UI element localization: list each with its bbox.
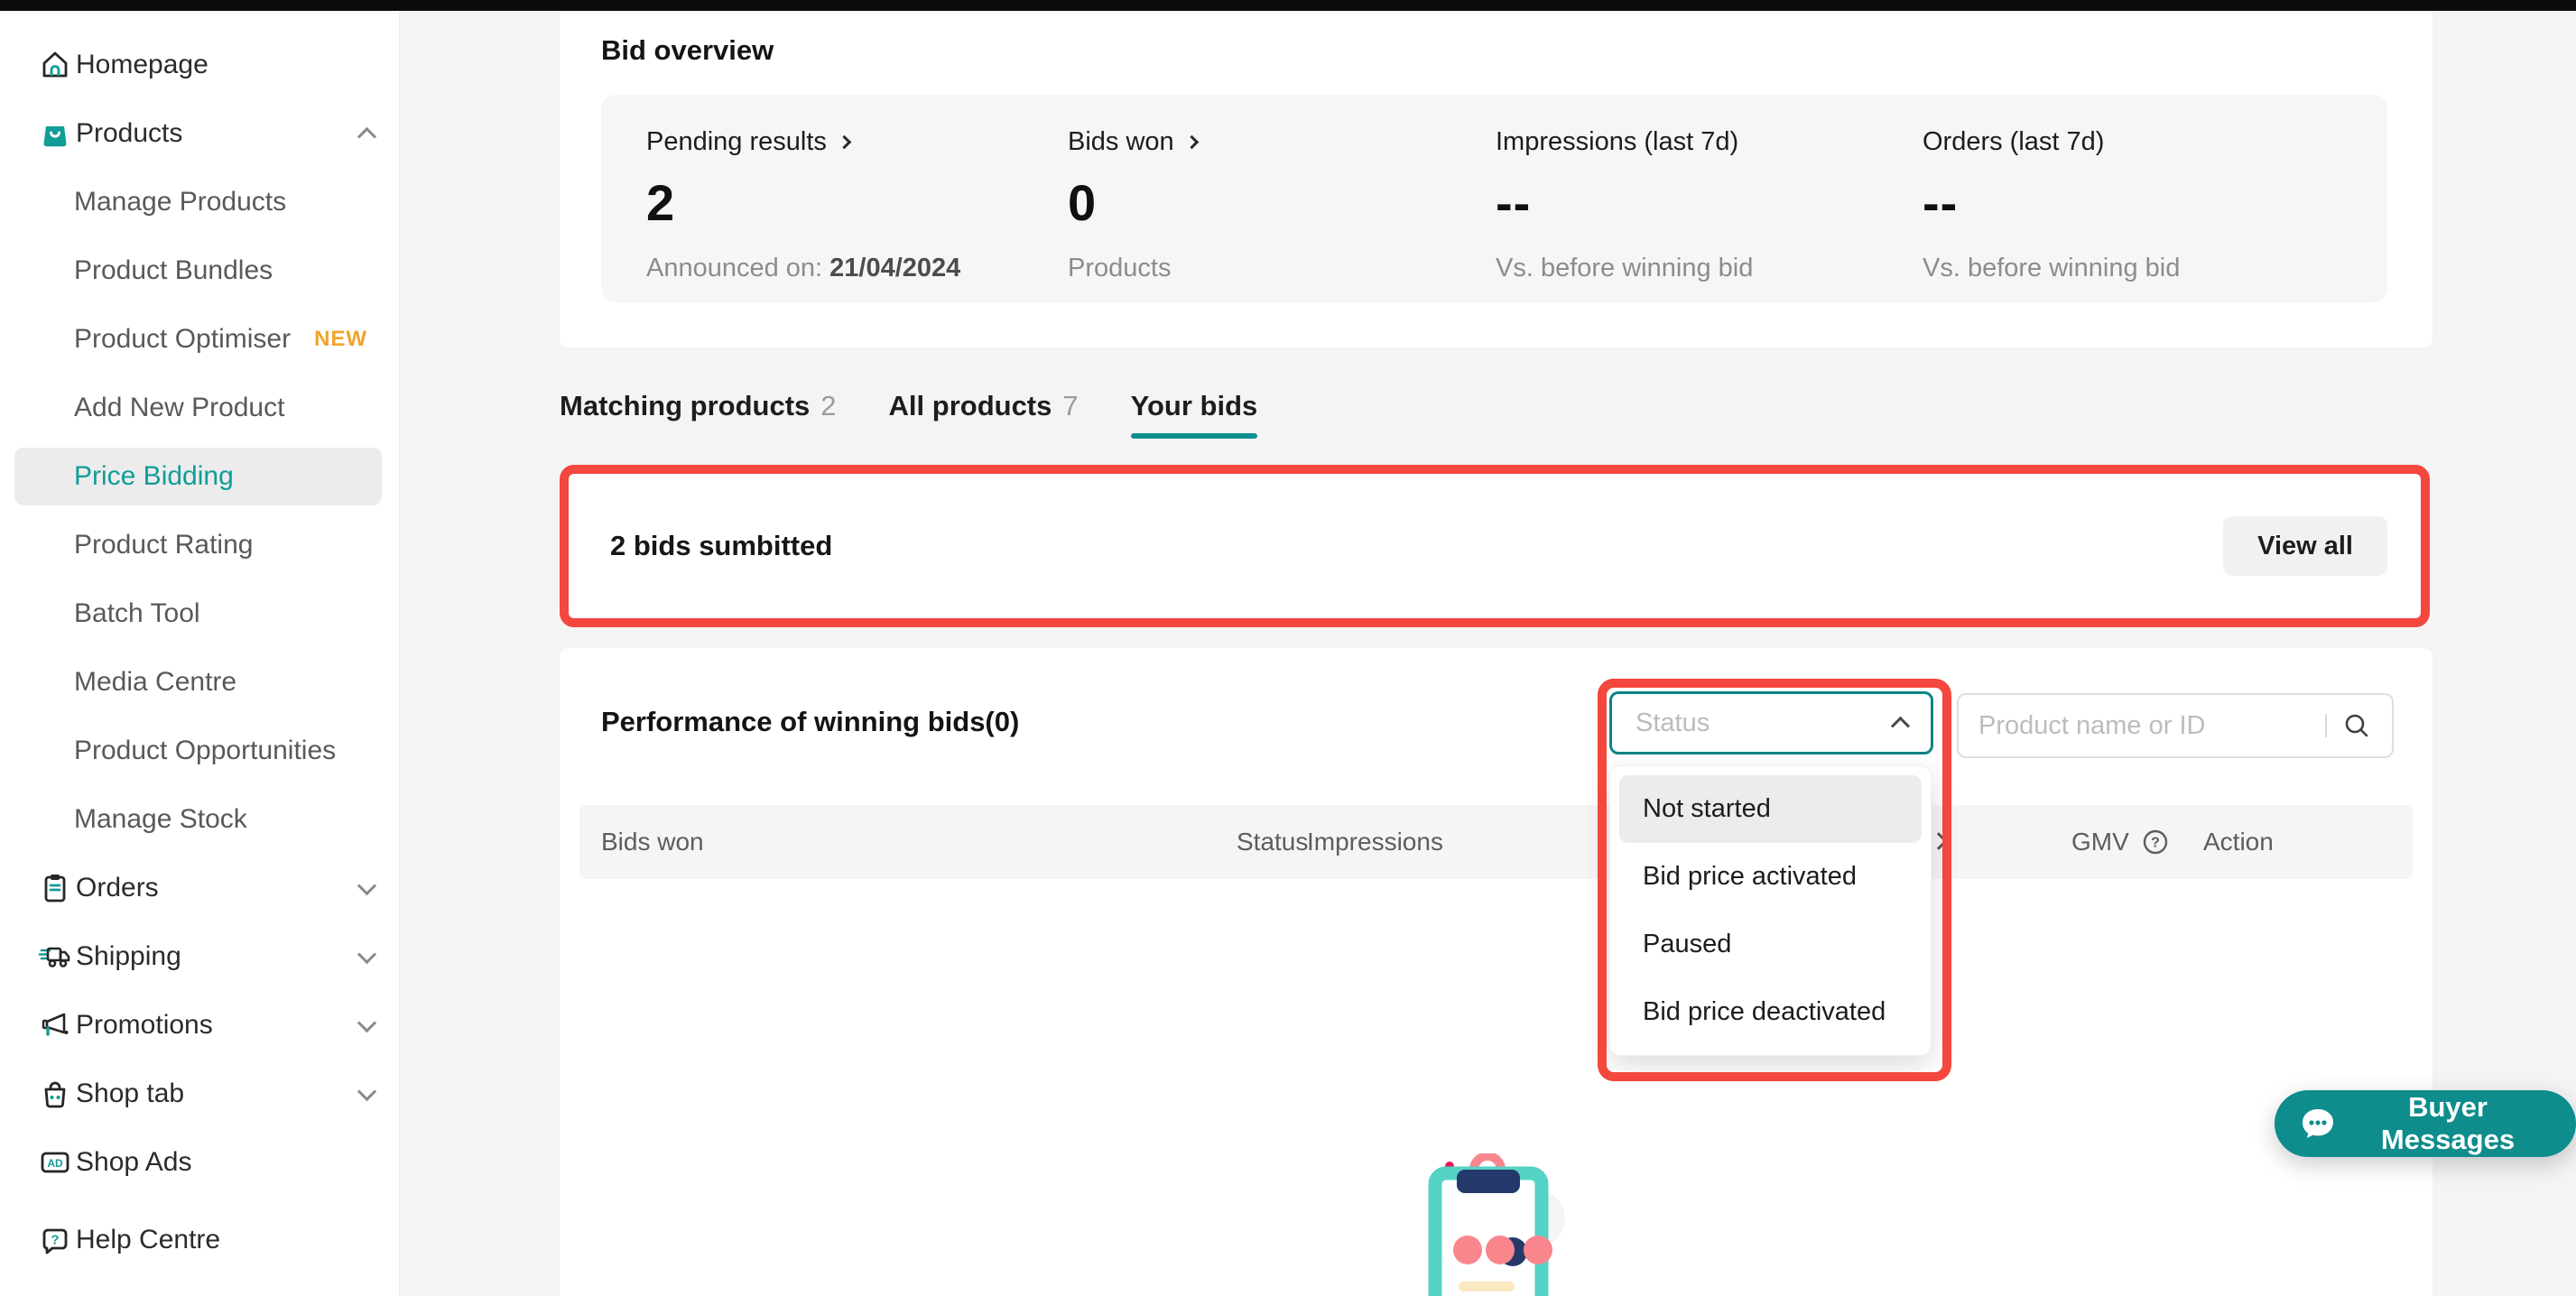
sidebar-item-promotions[interactable]: Promotions: [0, 991, 399, 1060]
sidebar-item-media-centre[interactable]: Media Centre: [0, 648, 399, 717]
orders-clipboard-icon: [38, 871, 72, 905]
search-divider: [2325, 714, 2327, 737]
status-filter-dropdown: Not started Bid price activated Paused B…: [1609, 765, 1932, 1056]
stat-subtext: Vs. before winning bid: [1923, 254, 2180, 283]
stat-impressions: Impressions (last 7d) -- Vs. before winn…: [1496, 95, 1753, 302]
shop-tab-bag-icon: [38, 1077, 72, 1111]
sidebar-item-products[interactable]: Products: [0, 99, 399, 168]
column-header-impressions: Impressions: [1307, 805, 1443, 879]
sidebar-item-shipping[interactable]: Shipping: [0, 922, 399, 991]
products-bag-icon: [38, 116, 72, 151]
stat-subtext: Announced on: 21/04/2024: [646, 254, 960, 283]
sidebar-item-product-opportunities[interactable]: Product Opportunities: [0, 717, 399, 785]
chevron-down-icon: [357, 876, 376, 895]
view-all-button[interactable]: View all: [2223, 516, 2387, 576]
bid-overview-title: Bid overview: [601, 34, 774, 67]
winning-bids-table-header: Bids won Status Impressions GMV ? Action: [579, 805, 2413, 879]
bid-overview-panel: Bid overview Pending results 2 Announced…: [560, 11, 2432, 347]
bid-overview-stats-card: Pending results 2 Announced on: 21/04/20…: [601, 95, 2387, 302]
svg-text:AD: AD: [47, 1157, 63, 1170]
sidebar-item-product-optimiser[interactable]: Product Optimiser NEW: [0, 305, 399, 374]
buyer-messages-button[interactable]: Buyer Messages: [2275, 1090, 2576, 1157]
sidebar-item-batch-tool[interactable]: Batch Tool: [0, 579, 399, 648]
column-header-bids-won: Bids won: [601, 805, 704, 879]
tab-count: 7: [1062, 390, 1078, 421]
products-tabs: Matching products2 All products7 Your bi…: [560, 390, 1257, 439]
chevron-down-icon: [357, 945, 376, 964]
chat-bubble-icon: [2298, 1104, 2338, 1143]
sidebar-item-label: Homepage: [76, 50, 208, 80]
sidebar-item-help-centre[interactable]: ? Help Centre: [0, 1206, 399, 1274]
stat-subtext: Products: [1068, 254, 1197, 283]
status-option-not-started[interactable]: Not started: [1619, 775, 1922, 843]
sidebar-item-shop-tab[interactable]: Shop tab: [0, 1060, 399, 1128]
column-header-gmv: GMV ?: [2071, 805, 2171, 879]
chevron-right-icon: [1184, 135, 1199, 150]
chevron-right-icon: [1930, 832, 1948, 850]
column-header-status: Status: [1237, 805, 1308, 879]
shop-ads-icon: AD: [38, 1145, 72, 1180]
search-icon[interactable]: [2341, 710, 2372, 741]
stat-value: 0: [1068, 173, 1197, 232]
sidebar-item-shop-ads[interactable]: AD Shop Ads: [0, 1128, 399, 1197]
status-option-bid-price-deactivated[interactable]: Bid price deactivated: [1619, 978, 1922, 1046]
sidebar-item-price-bidding[interactable]: Price Bidding: [0, 442, 399, 511]
tab-matching-products[interactable]: Matching products2: [560, 390, 837, 439]
product-search-box[interactable]: [1957, 693, 2394, 758]
promotions-megaphone-icon: [38, 1008, 72, 1042]
tab-all-products[interactable]: All products7: [889, 390, 1079, 439]
home-icon: [38, 48, 72, 82]
product-search-input[interactable]: [1978, 711, 2318, 741]
chevron-up-icon: [357, 126, 376, 145]
performance-panel: Performance of winning bids(0) Bids won …: [560, 648, 2432, 1296]
stat-bids-won[interactable]: Bids won 0 Products: [1068, 95, 1197, 302]
bids-submitted-text: 2 bids sumbitted: [610, 530, 832, 562]
chevron-down-icon: [357, 1082, 376, 1101]
new-badge: NEW: [314, 327, 367, 352]
sidebar-item-manage-stock[interactable]: Manage Stock: [0, 785, 399, 854]
sidebar-item-homepage[interactable]: Homepage: [0, 31, 399, 99]
sidebar-item-product-bundles[interactable]: Product Bundles: [0, 236, 399, 305]
top-bar: [0, 0, 2576, 11]
status-filter-select[interactable]: Status: [1609, 691, 1933, 754]
sidebar-item-add-new-product[interactable]: Add New Product: [0, 374, 399, 442]
stat-orders: Orders (last 7d) -- Vs. before winning b…: [1923, 95, 2180, 302]
question-mark-icon[interactable]: ?: [2140, 827, 2171, 857]
sidebar: Homepage Products Manage Products Produc…: [0, 11, 400, 1296]
bids-submitted-banner: 2 bids sumbitted View all: [560, 465, 2430, 627]
column-header-action: Action: [2203, 805, 2274, 879]
help-centre-icon: ?: [38, 1223, 72, 1257]
stat-pending-results[interactable]: Pending results 2 Announced on: 21/04/20…: [646, 95, 960, 302]
sidebar-item-manage-products[interactable]: Manage Products: [0, 168, 399, 236]
buyer-messages-label: Buyer Messages: [2352, 1091, 2544, 1156]
chevron-down-icon: [357, 1014, 376, 1032]
stat-subtext: Vs. before winning bid: [1496, 254, 1753, 283]
tab-count: 2: [820, 390, 836, 421]
status-filter-placeholder: Status: [1635, 708, 1710, 738]
performance-title: Performance of winning bids(0): [601, 706, 1019, 738]
tab-your-bids[interactable]: Your bids: [1131, 390, 1258, 439]
empty-state-illustration: [1424, 1153, 1605, 1296]
status-option-bid-price-activated[interactable]: Bid price activated: [1619, 843, 1922, 911]
sidebar-item-product-rating[interactable]: Product Rating: [0, 511, 399, 579]
sidebar-item-orders[interactable]: Orders: [0, 854, 399, 922]
stat-value: --: [1496, 173, 1753, 232]
sidebar-item-label: Products: [76, 118, 182, 149]
status-option-paused[interactable]: Paused: [1619, 911, 1922, 978]
svg-text:?: ?: [51, 1233, 59, 1248]
stat-value: 2: [646, 173, 960, 232]
stat-value: --: [1923, 173, 2180, 232]
shipping-truck-icon: [38, 940, 72, 974]
chevron-right-icon: [838, 135, 852, 150]
svg-text:?: ?: [2151, 836, 2160, 851]
chevron-up-icon: [1891, 716, 1910, 735]
